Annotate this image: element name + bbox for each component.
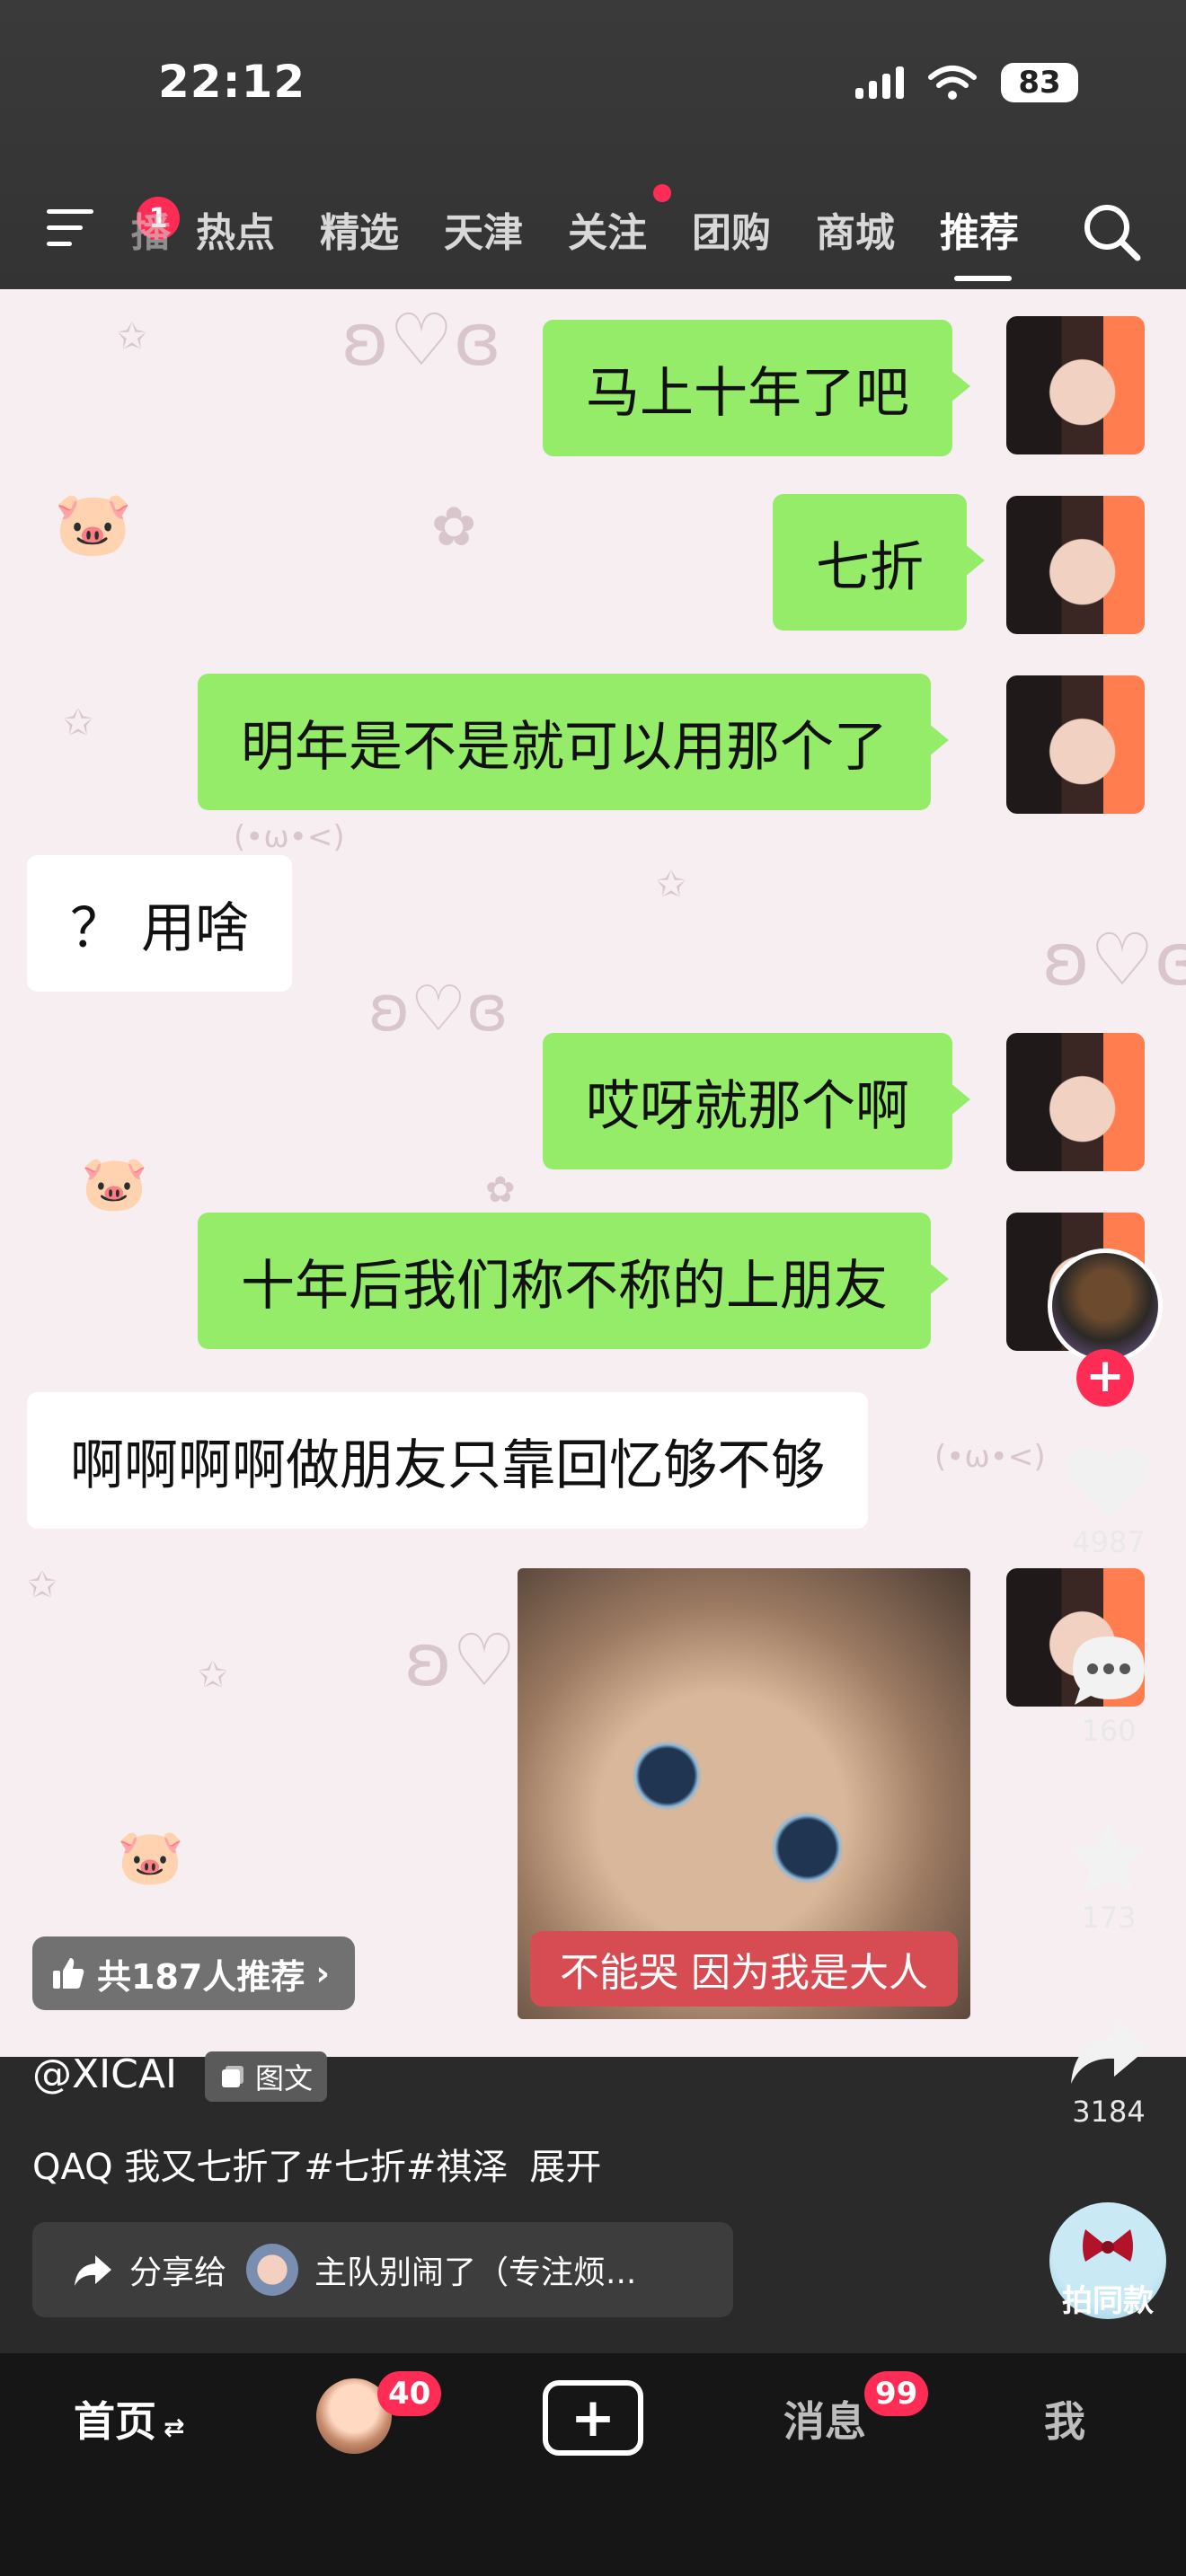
thumbs-up-icon — [53, 1958, 84, 1989]
star-doodle: ✿ — [485, 1169, 516, 1211]
star-icon — [1071, 1822, 1146, 1893]
bunny-doodle: ʚ♡ɞ — [1042, 918, 1186, 1001]
share-to-friend-bar[interactable]: 分享给 主队别闹了（专注烦... — [32, 2222, 733, 2317]
share-button[interactable]: 3184 — [1051, 2012, 1166, 2129]
message-bubble: 啊啊啊啊做朋友只靠回忆够不够 — [27, 1392, 868, 1529]
battery-indicator: 83 — [1001, 63, 1078, 102]
share-arrow-icon — [1071, 2019, 1148, 2084]
following-dot — [653, 184, 671, 202]
sticker-caption: 不能哭 因为我是大人 — [530, 1931, 958, 2007]
tab-home-label: 首页 — [74, 2397, 156, 2446]
message-bubble: 七折 — [773, 494, 985, 631]
bunny-doodle: ʚ♡ɞ — [368, 972, 509, 1045]
caption-text: QAQ 我又七折了#七折#祺泽 — [32, 2147, 509, 2188]
active-tab-indicator — [954, 276, 1012, 281]
pig-doodle: 🐷 — [81, 1152, 148, 1215]
face-doodle: (•ω•<) — [234, 819, 345, 855]
bottom-tab-bar: 首页 ⇄ 40 + 消息 99 我 — [0, 2353, 1186, 2576]
share-target-name: 主队别闹了（专注烦... — [314, 2254, 637, 2291]
status-time: 22:12 — [158, 56, 306, 108]
like-count: 4987 — [1072, 1525, 1146, 1559]
wifi-icon — [928, 66, 977, 100]
sender-avatar — [1006, 496, 1145, 634]
same-style-label: 拍同款 — [1062, 2283, 1154, 2319]
switch-icon: ⇄ — [164, 2413, 185, 2442]
crying-cat-sticker: 不能哭 因为我是大人 — [518, 1568, 970, 2019]
sender-avatar — [1006, 675, 1145, 814]
messages-badge: 99 — [864, 2371, 929, 2416]
comment-button[interactable]: 160 — [1051, 1631, 1166, 1748]
star-doodle: ✿ — [431, 496, 477, 559]
friend-avatar — [246, 2244, 299, 2296]
tab-group-buy[interactable]: 团购 — [692, 200, 771, 258]
star-doodle: ✩ — [27, 1565, 58, 1606]
post-type-label: 图文 — [255, 2061, 314, 2095]
expand-link[interactable]: 展开 — [529, 2147, 601, 2188]
tab-mall[interactable]: 商城 — [816, 200, 895, 258]
message-bubble: 哎呀就那个啊 — [543, 1033, 970, 1169]
pig-doodle: 🐷 — [117, 1826, 184, 1889]
follow-button[interactable]: + — [1076, 1349, 1134, 1407]
star-doodle: ✩ — [63, 702, 93, 744]
message-bubble: 明年是不是就可以用那个了 — [198, 674, 949, 810]
star-doodle: ✩ — [117, 316, 147, 357]
star-doodle: ✩ — [656, 864, 686, 905]
tab-featured[interactable]: 精选 — [320, 200, 399, 258]
comment-icon — [1073, 1636, 1145, 1705]
top-bar: 22:12 83 1 播 热点 精选 天津 关注 团购 商城 推荐 — [0, 0, 1186, 289]
top-nav: 1 播 热点 精选 天津 关注 团购 商城 推荐 — [0, 184, 1186, 281]
message-bubble: ？ 用啥 — [27, 855, 293, 992]
bunny-doodle: ʚ♡ɞ — [341, 298, 501, 382]
share-to-label: 分享给 — [129, 2254, 227, 2291]
status-icons: 83 — [855, 63, 1078, 102]
heart-icon — [1068, 1447, 1149, 1518]
cellular-signal-icon — [855, 66, 904, 99]
star-doodle: ✩ — [198, 1654, 228, 1696]
recommend-count-pill[interactable]: 共187人推荐 › — [32, 1936, 355, 2010]
share-count: 3184 — [1072, 2095, 1146, 2129]
search-icon[interactable] — [1076, 197, 1148, 269]
share-arrow-icon — [75, 2255, 111, 2286]
image-post-icon — [222, 2066, 243, 2087]
chevron-right-icon: › — [315, 1954, 330, 1993]
tab-messages[interactable]: 消息 — [783, 2389, 866, 2448]
create-post-button[interactable]: + — [543, 2380, 643, 2456]
tab-tianjin[interactable]: 天津 — [444, 200, 523, 258]
post-image[interactable]: ✩ ʚ♡ɞ 🐷 ✿ ✩ (•ω•<) ✩ ʚ♡ɞ ʚ♡ɞ 🐷 ✿ (•ω•<) … — [0, 289, 1186, 2057]
sender-avatar — [1006, 1033, 1145, 1171]
favorite-button[interactable]: 173 — [1051, 1818, 1166, 1935]
post-type-tag: 图文 — [205, 2051, 328, 2102]
favorite-count: 173 — [1081, 1901, 1137, 1935]
creator-avatar[interactable] — [1048, 1248, 1163, 1363]
tab-following[interactable]: 关注 — [568, 200, 647, 258]
face-doodle: (•ω•<) — [934, 1439, 1046, 1475]
tab-me[interactable]: 我 — [1044, 2389, 1085, 2448]
recommend-count-label: 共187人推荐 — [97, 1956, 305, 1997]
post-caption: QAQ 我又七折了#七折#祺泽 展开 — [32, 2138, 601, 2190]
tab-live[interactable]: 播 — [131, 200, 171, 258]
message-bubble: 十年后我们称不称的上朋友 — [198, 1213, 949, 1349]
sender-avatar — [1006, 316, 1145, 454]
like-button[interactable]: 4987 — [1051, 1442, 1166, 1559]
tab-recommend[interactable]: 推荐 — [940, 200, 1019, 258]
friends-badge: 40 — [377, 2371, 442, 2416]
tab-home[interactable]: 首页 ⇄ — [74, 2389, 184, 2448]
menu-button[interactable]: 1 — [47, 197, 180, 252]
pig-doodle: 🐷 — [54, 487, 133, 560]
author-handle[interactable]: @XICAI — [32, 2051, 177, 2097]
message-bubble: 马上十年了吧 — [543, 320, 970, 456]
tab-hot[interactable]: 热点 — [196, 200, 275, 258]
comment-count: 160 — [1081, 1714, 1137, 1748]
